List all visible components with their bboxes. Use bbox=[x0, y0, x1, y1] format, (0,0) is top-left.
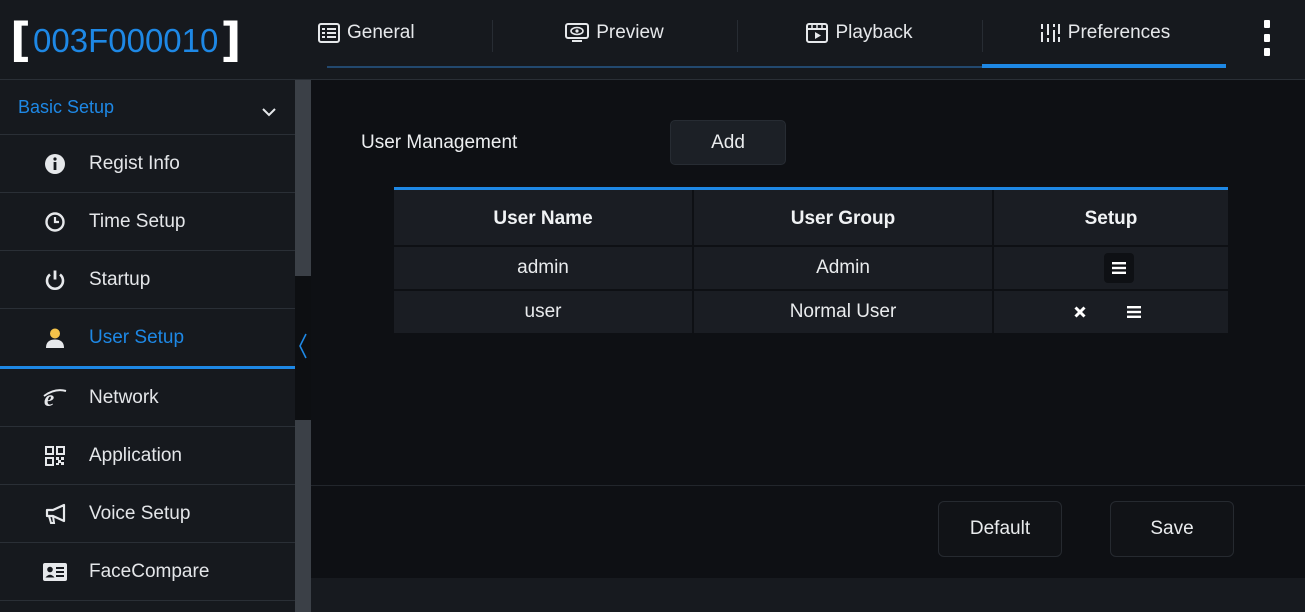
collapse-sidebar-button[interactable] bbox=[295, 276, 311, 420]
play-window-icon bbox=[806, 23, 829, 49]
user-table: User Name User Group Setup admin Admin u… bbox=[394, 187, 1228, 333]
menu-icon[interactable] bbox=[1104, 253, 1134, 283]
sliders-icon bbox=[1039, 23, 1061, 49]
sidebar: Basic Setup Regist Info Time Setup Start… bbox=[0, 80, 295, 612]
tabs-baseline bbox=[327, 66, 982, 68]
cell-user-name: user bbox=[524, 301, 562, 322]
default-button[interactable]: Default bbox=[938, 501, 1062, 557]
internet-icon: e bbox=[42, 385, 68, 411]
sidebar-item-regist-info[interactable]: Regist Info bbox=[0, 135, 295, 193]
power-icon bbox=[42, 267, 68, 293]
chevron-left-icon bbox=[298, 332, 308, 365]
tab-preview-label: Preview bbox=[596, 22, 664, 43]
table-row: user Normal User bbox=[394, 291, 1228, 333]
sidebar-item-label: Application bbox=[89, 444, 182, 466]
sidebar-scroll-track-lower bbox=[295, 420, 311, 612]
sidebar-item-startup[interactable]: Startup bbox=[0, 251, 295, 309]
active-tab-indicator bbox=[982, 64, 1226, 68]
column-header-user-group: User Group bbox=[790, 207, 896, 229]
chevron-down-icon bbox=[262, 101, 276, 122]
sidebar-item-application[interactable]: Application bbox=[0, 427, 295, 485]
list-icon bbox=[318, 23, 340, 49]
column-header-user-name: User Name bbox=[493, 207, 593, 229]
clock-icon bbox=[42, 209, 68, 235]
sidebar-item-label: Regist Info bbox=[89, 152, 180, 174]
add-user-button[interactable]: Add bbox=[670, 120, 786, 165]
cell-user-group: Admin bbox=[816, 257, 870, 278]
divider bbox=[311, 485, 1305, 486]
sidebar-section-label: Basic Setup bbox=[18, 96, 115, 117]
column-header-setup: Setup bbox=[1084, 207, 1138, 229]
menu-icon[interactable] bbox=[1119, 297, 1149, 327]
info-icon bbox=[42, 151, 68, 177]
qr-code-icon bbox=[42, 443, 68, 469]
top-bar: [003F000010] General Preview Playback Pr… bbox=[0, 0, 1305, 80]
main-panel: User Management Add User Name User Group… bbox=[311, 80, 1305, 612]
sidebar-item-label: Startup bbox=[89, 268, 151, 290]
sidebar-item-label: Network bbox=[89, 386, 159, 408]
footer-bar bbox=[311, 578, 1305, 612]
user-icon bbox=[42, 325, 68, 351]
cell-user-name: admin bbox=[517, 257, 569, 278]
sidebar-item-network[interactable]: e Network bbox=[0, 369, 295, 427]
svg-text:e: e bbox=[44, 387, 54, 409]
tab-preview[interactable]: Preview bbox=[492, 0, 737, 70]
sidebar-item-label: Voice Setup bbox=[89, 502, 191, 524]
device-id-text: 003F000010 bbox=[33, 21, 219, 59]
cell-user-group: Normal User bbox=[789, 301, 897, 322]
id-card-icon bbox=[42, 559, 68, 585]
sidebar-item-voice-setup[interactable]: Voice Setup bbox=[0, 485, 295, 543]
monitor-eye-icon bbox=[565, 23, 590, 49]
sidebar-item-label: Time Setup bbox=[89, 210, 186, 232]
sidebar-item-facecompare[interactable]: FaceCompare bbox=[0, 543, 295, 601]
sidebar-item-time-setup[interactable]: Time Setup bbox=[0, 193, 295, 251]
delete-icon[interactable] bbox=[1065, 297, 1095, 327]
sidebar-scroll-thumb[interactable] bbox=[295, 80, 311, 276]
sidebar-section-basic-setup[interactable]: Basic Setup bbox=[0, 80, 295, 135]
table-row: admin Admin bbox=[394, 247, 1228, 289]
page-title: User Management bbox=[361, 132, 518, 153]
tab-general-label: General bbox=[347, 22, 415, 43]
tab-playback[interactable]: Playback bbox=[737, 0, 982, 70]
tab-general[interactable]: General bbox=[315, 0, 490, 70]
megaphone-icon bbox=[42, 501, 68, 527]
save-button[interactable]: Save bbox=[1110, 501, 1234, 557]
tab-preferences-label: Preferences bbox=[1067, 22, 1171, 43]
vertical-dots-icon[interactable] bbox=[1257, 20, 1277, 56]
device-id-label: [003F000010] bbox=[10, 13, 242, 67]
tab-preferences[interactable]: Preferences bbox=[982, 0, 1227, 70]
sidebar-item-user-setup[interactable]: User Setup bbox=[0, 309, 295, 369]
sidebar-item-label: User Setup bbox=[89, 326, 185, 348]
sidebar-item-label: FaceCompare bbox=[89, 560, 210, 582]
tab-playback-label: Playback bbox=[835, 22, 913, 43]
